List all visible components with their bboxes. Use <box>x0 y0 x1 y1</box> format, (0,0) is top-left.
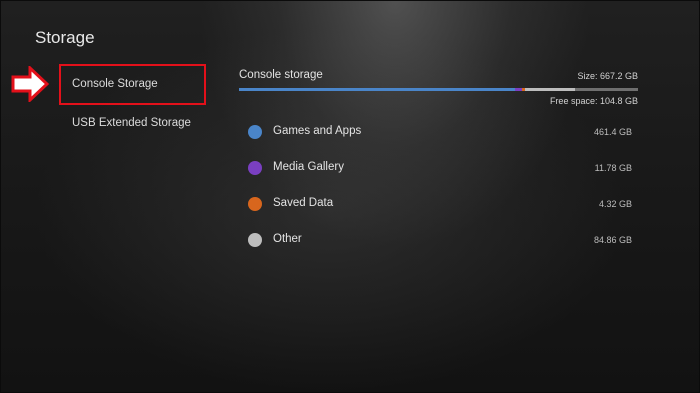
category-row-other[interactable]: Other 84.86 GB <box>248 230 632 250</box>
red-right-arrow-icon <box>11 66 49 102</box>
category-label: Other <box>273 233 302 245</box>
category-row-media-gallery[interactable]: Media Gallery 11.78 GB <box>248 158 632 178</box>
media-gallery-color-dot <box>248 161 262 175</box>
category-label: Saved Data <box>273 197 334 209</box>
saved-data-color-dot <box>248 197 262 211</box>
category-size: 84.86 GB <box>593 235 632 245</box>
usage-bar-segment-games-and-apps <box>239 88 515 91</box>
category-label: Games and Apps <box>273 125 362 137</box>
sidebar-item-console-storage[interactable]: Console Storage <box>72 78 158 90</box>
category-row-games-and-apps[interactable]: Games and Apps 461.4 GB <box>248 122 632 142</box>
category-size: 461.4 GB <box>593 127 632 137</box>
category-size: 4.32 GB <box>598 199 632 209</box>
category-size: 11.78 GB <box>594 163 632 173</box>
category-row-saved-data[interactable]: Saved Data 4.32 GB <box>248 194 632 214</box>
sidebar-item-usb-extended-storage[interactable]: USB Extended Storage <box>72 117 191 129</box>
games-and-apps-color-dot <box>248 125 262 139</box>
page-title: Storage <box>35 28 95 47</box>
other-color-dot <box>248 233 262 247</box>
usage-bar-segment-other <box>524 88 576 91</box>
usage-bar-segment-media-gallery <box>514 88 522 91</box>
category-label: Media Gallery <box>273 161 344 173</box>
storage-usage-bar <box>239 88 638 91</box>
content-title: Console storage <box>239 69 323 81</box>
free-space-label: Free space: 104.8 GB <box>549 96 638 106</box>
storage-size-label: Size: 667.2 GB <box>577 71 638 81</box>
